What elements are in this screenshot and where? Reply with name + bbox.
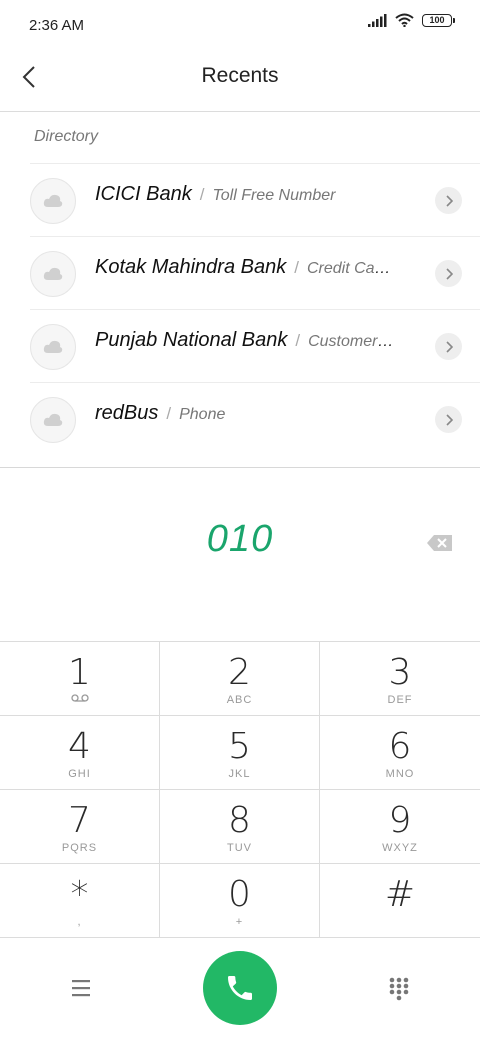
- battery-icon: 100: [422, 13, 455, 27]
- voicemail-icon: [71, 694, 89, 702]
- key-2[interactable]: 2 ABC: [160, 642, 320, 716]
- details-button[interactable]: [435, 333, 462, 360]
- menu-button[interactable]: [70, 977, 94, 999]
- key-letters: ,: [77, 916, 82, 928]
- chevron-right-icon: [445, 267, 453, 280]
- divider: [0, 467, 480, 468]
- list-item[interactable]: Kotak Mahindra Bank / Credit Card/...: [30, 236, 480, 309]
- key-digit: 8: [228, 800, 251, 841]
- separator: /: [166, 404, 172, 423]
- list-item-name: ICICI Bank: [95, 183, 192, 205]
- dialpad-icon: [389, 977, 409, 1001]
- key-letters: TUV: [227, 842, 252, 854]
- list-item[interactable]: redBus / Phone: [30, 382, 480, 455]
- separator: /: [294, 258, 299, 277]
- cloud-phone-icon: [43, 267, 63, 280]
- list-item[interactable]: Punjab National Bank / Customer C...: [30, 309, 480, 382]
- key-letters: GHI: [68, 768, 91, 780]
- key-digit: 1: [68, 652, 91, 693]
- avatar: [30, 324, 76, 370]
- backspace-button[interactable]: [426, 532, 454, 554]
- section-label: Directory: [34, 128, 99, 145]
- signal-icon: [368, 13, 387, 27]
- chevron-right-icon: [445, 413, 453, 426]
- list-item-name: Punjab National Bank: [95, 329, 288, 351]
- key-4[interactable]: 4 GHI: [0, 716, 160, 790]
- list-item-subtitle: Toll Free Number: [212, 187, 336, 204]
- status-time: 2:36 AM: [29, 17, 85, 34]
- key-8[interactable]: 8 TUV: [160, 790, 320, 864]
- key-hash[interactable]: #: [320, 864, 480, 938]
- key-letters: +: [235, 916, 244, 928]
- directory-list: ICICI Bank / Toll Free Number Kotak Mahind…: [0, 163, 480, 455]
- details-button[interactable]: [435, 260, 462, 287]
- separator: /: [295, 331, 301, 350]
- key-letters: MNO: [385, 768, 415, 780]
- key-star[interactable]: * ,: [0, 864, 160, 938]
- dialpad-toggle-button[interactable]: [388, 976, 410, 1002]
- list-item-name: redBus: [95, 402, 159, 424]
- keypad: 1 2 ABC 3 DEF 4 GHI 5 JKL 6 MNO 7 PQRS 8…: [0, 641, 480, 938]
- key-3[interactable]: 3 DEF: [320, 642, 480, 716]
- status-bar: 2:36 AM 100: [0, 0, 480, 50]
- key-9[interactable]: 9 WXYZ: [320, 790, 480, 864]
- avatar: [30, 397, 76, 443]
- wifi-icon: [395, 13, 414, 27]
- list-item-name: Kotak Mahindra Bank: [95, 256, 287, 278]
- chevron-right-icon: [445, 194, 453, 207]
- key-digit: *: [70, 874, 89, 915]
- bottom-bar: [0, 937, 480, 1040]
- details-button[interactable]: [435, 187, 462, 214]
- list-item-subtitle: Phone: [179, 406, 226, 423]
- menu-icon: [72, 980, 90, 997]
- key-0[interactable]: 0 +: [160, 864, 320, 938]
- key-letters: ABC: [226, 694, 253, 706]
- avatar: [30, 178, 76, 224]
- cloud-phone-icon: [43, 194, 63, 207]
- details-button[interactable]: [435, 406, 462, 433]
- key-7[interactable]: 7 PQRS: [0, 790, 160, 864]
- title-bar: Recents: [0, 50, 480, 112]
- list-item-subtitle: Credit Card/...: [306, 260, 395, 277]
- list-item-text: ICICI Bank / Toll Free Number: [95, 183, 395, 206]
- list-item[interactable]: ICICI Bank / Toll Free Number: [30, 163, 480, 236]
- chevron-right-icon: [445, 340, 453, 353]
- key-digit: 4: [68, 726, 91, 767]
- key-digit: 2: [228, 652, 251, 693]
- backspace-icon: [427, 535, 452, 551]
- key-digit: 7: [68, 800, 91, 841]
- status-icons: 100: [368, 13, 455, 27]
- cloud-phone-icon: [43, 413, 63, 426]
- dialed-number: 010: [206, 518, 274, 560]
- key-digit: 0: [228, 874, 251, 915]
- key-1[interactable]: 1: [0, 642, 160, 716]
- list-item-text: Punjab National Bank / Customer C...: [95, 329, 395, 352]
- key-digit: 9: [388, 800, 412, 841]
- key-6[interactable]: 6 MNO: [320, 716, 480, 790]
- key-digit: #: [384, 874, 416, 915]
- list-item-text: redBus / Phone: [95, 402, 395, 425]
- key-letters: DEF: [387, 694, 413, 706]
- phone-icon: [228, 976, 252, 1000]
- list-item-subtitle: Customer C...: [308, 333, 395, 350]
- cloud-phone-icon: [43, 340, 63, 353]
- key-digit: 5: [228, 726, 251, 767]
- key-5[interactable]: 5 JKL: [160, 716, 320, 790]
- key-digit: 3: [388, 652, 412, 693]
- list-item-text: Kotak Mahindra Bank / Credit Card/...: [95, 256, 395, 279]
- page-title: Recents: [201, 64, 279, 87]
- avatar: [30, 251, 76, 297]
- call-button[interactable]: [203, 951, 277, 1025]
- separator: /: [199, 185, 205, 204]
- key-letters: JKL: [228, 768, 251, 780]
- key-letters: WXYZ: [382, 842, 418, 854]
- key-digit: 6: [388, 726, 412, 767]
- key-letters: PQRS: [61, 842, 98, 854]
